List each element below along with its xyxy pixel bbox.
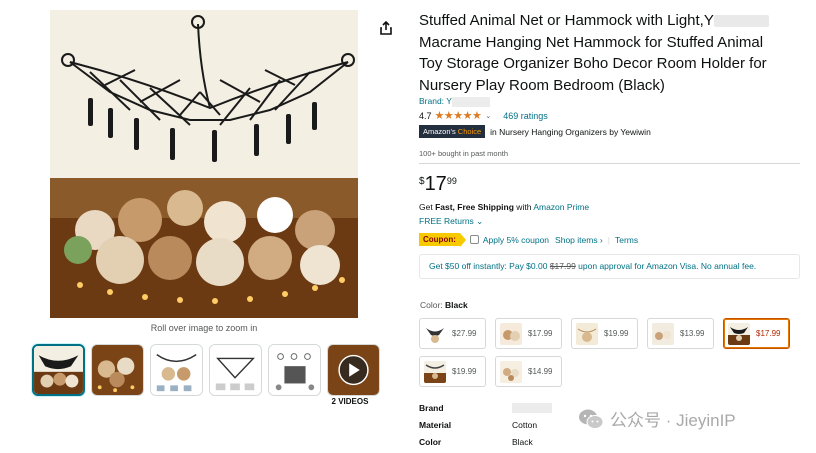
swatch-image — [728, 322, 750, 345]
chevron-down-icon: ⌄ — [476, 216, 484, 226]
redacted-brand-value — [512, 403, 552, 413]
spec-value: Cotton — [512, 420, 538, 430]
thumbnail-5[interactable] — [268, 344, 321, 396]
shipping-info: Get Fast, Free Shipping with Amazon Prim… — [419, 202, 589, 212]
title-line-1: Stuffed Animal Net or Hammock with Light… — [419, 12, 714, 29]
swatch-image — [500, 322, 522, 345]
thumbnail-video[interactable] — [327, 344, 380, 396]
swatch-image — [424, 360, 446, 383]
swatch-option[interactable]: $27.99 — [419, 318, 486, 349]
thumbnail-2[interactable] — [91, 344, 144, 396]
zoom-hint: Roll over image to zoom in — [150, 323, 258, 333]
terms-link[interactable]: Terms — [615, 235, 638, 245]
free-returns-label: FREE Returns — [419, 216, 474, 226]
spec-value: Black — [512, 437, 533, 447]
chevron-down-icon[interactable]: ⌄ — [485, 112, 491, 120]
shipping-prefix: Get — [419, 202, 436, 212]
bought-past-month: 100+ bought in past month — [419, 149, 509, 158]
swatch-image — [576, 322, 598, 345]
brand-label: Brand: Y — [419, 96, 452, 106]
swatch-price: $27.99 — [452, 329, 477, 338]
visa-offer-text-a: Get $50 off instantly: Pay $0.00 — [429, 261, 550, 271]
free-returns-link[interactable]: FREE Returns ⌄ — [419, 216, 483, 227]
videos-count-label[interactable]: 2 VIDEOS — [325, 397, 375, 406]
swatch-price: $19.99 — [604, 329, 629, 338]
spec-key: Brand — [419, 403, 444, 413]
choice-category-link[interactable]: Nursery Hanging Organizers by Yewiwin — [499, 127, 651, 137]
swatch-option[interactable]: $14.99 — [495, 356, 562, 387]
title-line-3: Toy Storage Organizer Boho Decor Room Ho… — [419, 55, 767, 72]
amazons-choice-row: Amazon's Choice in Nursery Hanging Organ… — [419, 125, 651, 138]
watermark: 公众号 · JieyinIP — [578, 406, 736, 431]
spec-key: Color — [419, 437, 442, 447]
swatch-option-selected[interactable]: $17.99 — [723, 318, 790, 349]
visa-offer[interactable]: Get $50 off instantly: Pay $0.00 $17.99 … — [419, 254, 800, 279]
color-label: Color: Black — [420, 300, 468, 310]
color-swatches: $27.99 $17.99 $19.99 $13.99 $17.99 $19.9… — [419, 318, 809, 387]
watermark-text: 公众号 · JieyinIP — [610, 411, 736, 430]
shop-items-link[interactable]: Shop items › — [555, 235, 603, 245]
color-label-prefix: Color: — [420, 300, 446, 310]
ratings-count-link[interactable]: 469 ratings — [503, 111, 548, 121]
divider — [419, 163, 800, 164]
rating-row: 4.7 ★★★★★ ⌄ 469 ratings — [419, 109, 548, 122]
shipping-bold: Fast, Free Shipping — [435, 202, 514, 212]
title-line-4: Nursery Play Room Bedroom (Black) — [419, 76, 665, 94]
coupon-badge: Coupon: — [419, 233, 466, 247]
thumbnail-strip — [32, 344, 380, 396]
separator: | — [607, 234, 610, 245]
amazon-prime-link[interactable]: Amazon Prime — [533, 202, 589, 212]
color-value: Black — [445, 300, 468, 310]
swatch-option[interactable]: $17.99 — [495, 318, 562, 349]
price-whole: 17 — [424, 173, 447, 195]
rating-value: 4.7 — [419, 110, 432, 121]
choice-badge-left: Amazon's — [423, 127, 456, 136]
swatch-image — [652, 322, 674, 345]
redacted-brand-text — [713, 15, 769, 28]
amazons-choice-badge: Amazon's Choice — [419, 125, 486, 138]
price: $1799 — [419, 173, 457, 196]
choice-badge-right: Choice — [457, 127, 482, 136]
swatch-price: $17.99 — [528, 329, 553, 338]
spec-value — [512, 403, 552, 415]
star-rating-icon[interactable]: ★★★★★ — [435, 109, 482, 122]
redacted-brand-name — [451, 96, 490, 107]
choice-category: in Nursery Hanging Organizers by Yewiwin — [490, 127, 651, 137]
spec-key: Material — [419, 420, 452, 430]
swatch-price: $13.99 — [680, 329, 705, 338]
visa-offer-struck-price: $17.99 — [549, 261, 576, 271]
shipping-mid: with — [513, 202, 534, 212]
main-product-image[interactable] — [50, 10, 358, 318]
swatch-image — [424, 322, 446, 345]
share-icon[interactable] — [378, 20, 394, 36]
swatch-price: $19.99 — [452, 367, 477, 376]
swatch-option[interactable]: $19.99 — [571, 318, 638, 349]
brand-link[interactable]: Brand: Y — [419, 96, 490, 107]
price-fraction: 99 — [446, 176, 457, 186]
visa-offer-text-b: upon approval for Amazon Visa. No annual… — [575, 261, 757, 271]
thumbnail-1[interactable] — [32, 344, 85, 396]
price-symbol: $ — [419, 176, 425, 187]
wechat-icon — [579, 409, 604, 429]
title-line-2: Macrame Hanging Net Hammock for Stuffed … — [419, 33, 764, 51]
thumbnail-3[interactable] — [150, 344, 203, 396]
thumbnail-4[interactable] — [209, 344, 262, 396]
product-title: Stuffed Animal Net or Hammock with Light… — [419, 10, 809, 96]
apply-coupon-label[interactable]: Apply 5% coupon — [483, 235, 549, 245]
swatch-option[interactable]: $13.99 — [647, 318, 714, 349]
swatch-option[interactable]: $19.99 — [419, 356, 486, 387]
swatch-price: $14.99 — [528, 367, 553, 376]
swatch-price: $17.99 — [756, 329, 781, 338]
coupon-row: Coupon: Apply 5% coupon Shop items › | T… — [419, 233, 638, 247]
choice-category-prefix: in — [490, 126, 500, 137]
coupon-checkbox[interactable] — [469, 235, 479, 244]
swatch-image — [500, 360, 522, 383]
